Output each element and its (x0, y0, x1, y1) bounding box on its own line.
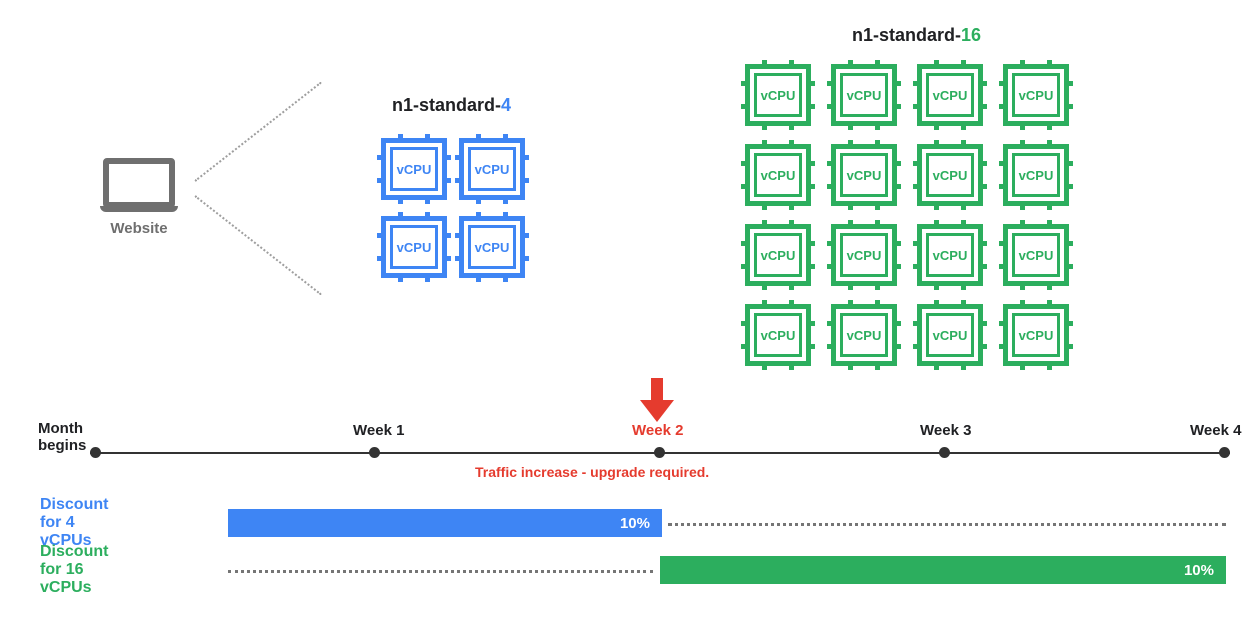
cpu-label: vCPU (1019, 328, 1054, 343)
laptop-icon (100, 158, 178, 212)
cpu-grid-4: vCPU vCPU vCPU vCPU (375, 130, 531, 286)
timeline-axis (90, 452, 1230, 454)
cpu-label: vCPU (761, 248, 796, 263)
cpu-chip-icon: vCPU (735, 55, 821, 135)
cpu-label: vCPU (933, 168, 968, 183)
discount-4-value: 10% (620, 515, 650, 532)
mt4-count: 4 (501, 95, 511, 115)
label-week-1: Week 1 (353, 422, 404, 439)
cpu-label: vCPU (847, 168, 882, 183)
tick-week-3 (939, 447, 950, 458)
cpu-label: vCPU (761, 328, 796, 343)
mt4-prefix: n1-standard- (392, 95, 501, 115)
cpu-chip-icon: vCPU (735, 295, 821, 375)
cpu-label: vCPU (847, 248, 882, 263)
cpu-label: vCPU (933, 248, 968, 263)
cpu-chip-icon: vCPU (993, 295, 1079, 375)
cpu-chip-icon: vCPU (907, 55, 993, 135)
dotted-line-up (194, 82, 321, 182)
cpu-label: vCPU (847, 328, 882, 343)
cpu-label: vCPU (761, 168, 796, 183)
discount-16-value: 10% (1184, 562, 1214, 579)
diagram: Website n1-standard-4 n1-standard-16 vCP… (0, 0, 1250, 626)
discount-16-bar: 10% (660, 556, 1226, 584)
discount-16-label: Discount for 16 vCPUs (40, 543, 108, 597)
cpu-chip-icon: vCPU (993, 55, 1079, 135)
cpu-chip-icon: vCPU (907, 135, 993, 215)
cpu-chip-icon: vCPU (735, 135, 821, 215)
cpu-chip-icon: vCPU (821, 55, 907, 135)
cpu-label: vCPU (475, 162, 510, 177)
discount-16-dotted (228, 570, 653, 573)
cpu-label: vCPU (761, 88, 796, 103)
tick-week-1 (369, 447, 380, 458)
traffic-note: Traffic increase - upgrade required. (475, 464, 709, 480)
discount-4-label: Discount for 4 vCPUs (40, 496, 108, 550)
cpu-label: vCPU (475, 240, 510, 255)
arrow-down-icon (640, 378, 674, 422)
discount-4-dotted (668, 523, 1226, 526)
machine-type-4-title: n1-standard-4 (392, 95, 511, 116)
cpu-chip-icon: vCPU (375, 208, 453, 286)
cpu-chip-icon: vCPU (821, 295, 907, 375)
cpu-label: vCPU (397, 240, 432, 255)
tick-week-2 (654, 447, 665, 458)
cpu-chip-icon: vCPU (735, 215, 821, 295)
cpu-chip-icon: vCPU (453, 130, 531, 208)
tick-month-begins (90, 447, 101, 458)
cpu-label: vCPU (847, 88, 882, 103)
dotted-line-down (194, 195, 321, 295)
mt16-count: 16 (961, 25, 981, 45)
cpu-label: vCPU (1019, 248, 1054, 263)
label-week-4: Week 4 (1190, 422, 1241, 439)
cpu-chip-icon: vCPU (907, 295, 993, 375)
cpu-label: vCPU (1019, 88, 1054, 103)
tick-week-4 (1219, 447, 1230, 458)
mt16-prefix: n1-standard- (852, 25, 961, 45)
cpu-chip-icon: vCPU (821, 215, 907, 295)
cpu-label: vCPU (1019, 168, 1054, 183)
cpu-chip-icon: vCPU (993, 135, 1079, 215)
cpu-chip-icon: vCPU (375, 130, 453, 208)
discount-4-bar: 10% (228, 509, 662, 537)
label-week-3: Week 3 (920, 422, 971, 439)
label-week-2: Week 2 (632, 422, 683, 439)
cpu-chip-icon: vCPU (993, 215, 1079, 295)
cpu-chip-icon: vCPU (453, 208, 531, 286)
laptop-label: Website (100, 220, 178, 237)
cpu-grid-16: vCPU vCPU vCPU vCPU vCPU vCPU vCPU vCPU vCPU vCPU… (735, 55, 1079, 375)
cpu-label: vCPU (933, 88, 968, 103)
cpu-chip-icon: vCPU (907, 215, 993, 295)
cpu-label: vCPU (397, 162, 432, 177)
cpu-chip-icon: vCPU (821, 135, 907, 215)
machine-type-16-title: n1-standard-16 (852, 25, 981, 46)
label-month-begins: Month begins (38, 420, 86, 455)
cpu-label: vCPU (933, 328, 968, 343)
